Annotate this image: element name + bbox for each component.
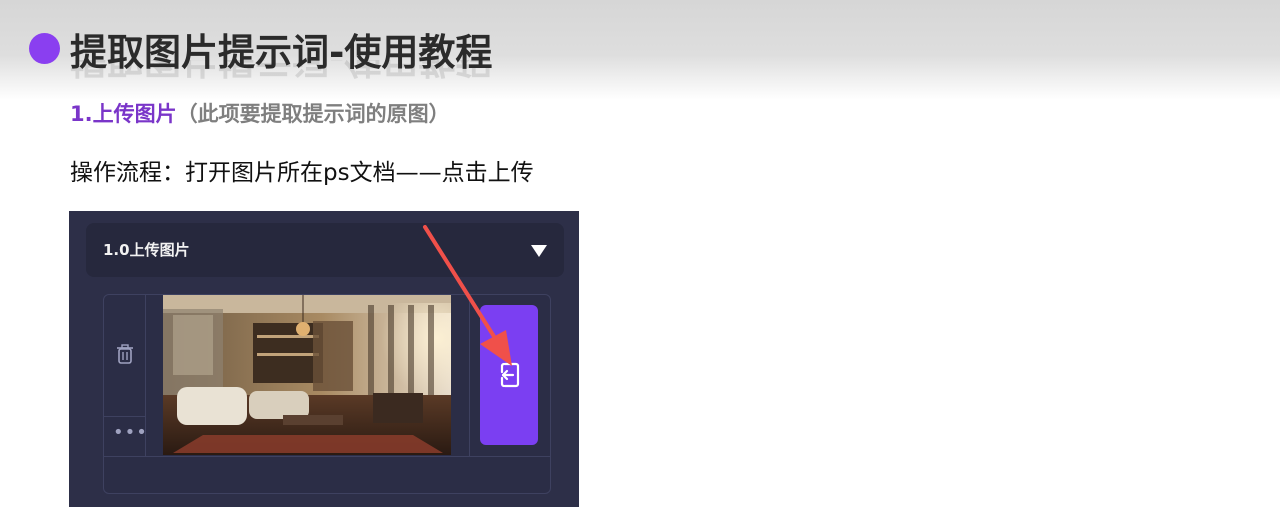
actions-divider [104,416,145,417]
upload-area: ••• [103,294,551,494]
upload-button[interactable] [480,305,538,445]
import-icon [500,362,520,388]
title-bullet [29,33,60,64]
triangle-down-icon[interactable] [528,239,550,261]
ellipsis-icon[interactable]: ••• [113,423,147,443]
plugin-panel-screenshot: 1.0上传图片 ••• [69,211,579,507]
section-heading-main: 1.上传图片 [70,102,177,126]
instructions-text: 操作流程：打开图片所在ps文档——点击上传 [70,160,534,186]
upload-section-label: 1.0上传图片 [103,241,190,259]
upload-button-divider [469,295,470,456]
trash-icon[interactable] [114,342,136,366]
page-title-reflection: 提取图片提示词-使用教程 [70,60,492,82]
upload-area-bottom-line [104,456,550,457]
upload-section-header[interactable]: 1.0上传图片 [86,223,564,277]
section-heading-note: （此项要提取提示词的原图） [176,102,450,126]
image-actions-column: ••• [104,295,147,456]
section-heading: 1.上传图片（此项要提取提示词的原图） [70,99,450,129]
uploaded-image-thumbnail [163,295,451,455]
